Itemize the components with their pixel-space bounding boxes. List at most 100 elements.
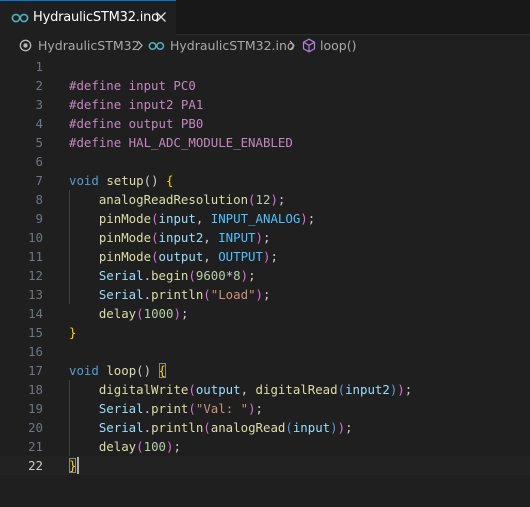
code-token: #define input PC0 xyxy=(69,78,196,93)
code-token: input2 xyxy=(158,230,204,245)
line-number: 10 xyxy=(28,230,43,245)
code-line[interactable]: 8 analogReadResolution(12); xyxy=(0,190,530,209)
code-line[interactable]: 22} xyxy=(0,456,530,475)
breadcrumb-file[interactable]: HydraulicSTM32.ino xyxy=(170,38,295,53)
code-token: digitalWrite xyxy=(98,382,189,397)
code-line[interactable]: 10 pinMode(input2, INPUT); xyxy=(0,228,530,247)
code-token: ; xyxy=(307,211,316,226)
code-token: ( xyxy=(151,230,159,245)
code-line[interactable]: 17 void loop() { xyxy=(0,361,530,380)
code-line[interactable]: 5 #define HAL_ADC_MODULE_ENABLED xyxy=(0,133,530,152)
code-text: pinMode(output, OUTPUT); xyxy=(69,247,278,266)
code-token: loop xyxy=(106,363,137,378)
code-token: 1000 xyxy=(143,306,174,321)
tab-bar: HydraulicSTM32.ino xyxy=(0,0,530,35)
code-text: #define output PB0 xyxy=(69,114,203,133)
chevron-right-icon xyxy=(289,40,295,51)
code-line[interactable]: 20 Serial.println(analogRead(input)); xyxy=(0,418,530,437)
code-line[interactable]: 4 #define output PB0 xyxy=(0,114,530,133)
code-token: 100 xyxy=(143,439,167,454)
code-token: begin xyxy=(151,268,189,283)
code-token: INPUT_ANALOG xyxy=(210,211,301,226)
code-token: OUTPUT xyxy=(218,249,263,264)
code-token: ( xyxy=(248,192,256,207)
code-line[interactable]: 13 Serial.println("Load"); xyxy=(0,285,530,304)
code-token: Serial xyxy=(98,420,144,435)
code-token: ; xyxy=(248,268,256,283)
code-line[interactable]: 16 xyxy=(0,342,530,361)
code-text: } xyxy=(69,323,76,342)
line-number: 6 xyxy=(35,154,43,169)
code-token: analogReadResolution xyxy=(98,192,249,207)
code-token: ) xyxy=(240,268,249,283)
code-token: ; xyxy=(180,306,189,321)
breadcrumb-folder[interactable]: HydraulicSTM32 xyxy=(38,38,140,53)
code-line[interactable]: 12 Serial.begin(9600*8); xyxy=(0,266,530,285)
code-token: print xyxy=(151,401,189,416)
code-token: { xyxy=(166,173,174,188)
code-token: ( xyxy=(203,420,211,435)
folder-root-icon xyxy=(19,39,32,52)
code-token: "Load" xyxy=(210,287,256,302)
code-line[interactable]: 21 delay(100); xyxy=(0,437,530,456)
arduino-file-icon xyxy=(11,13,29,23)
line-number: 20 xyxy=(28,420,43,435)
code-token: 8 xyxy=(233,268,241,283)
code-line[interactable]: 2 #define input PC0 xyxy=(0,76,530,95)
code-line[interactable]: 6 xyxy=(0,152,530,171)
line-number: 5 xyxy=(35,135,43,150)
code-editor[interactable]: 1 2 #define input PC0 3 #define input2 PA1 4 #… xyxy=(0,57,530,507)
line-number: 1 xyxy=(35,59,43,74)
code-token: ( xyxy=(136,439,144,454)
line-number: 16 xyxy=(28,344,43,359)
line-number: 21 xyxy=(28,439,43,454)
code-token: pinMode xyxy=(98,211,152,226)
code-token: ( xyxy=(151,249,159,264)
code-token: , xyxy=(240,382,256,397)
code-line[interactable]: 11 pinMode(output, OUTPUT); xyxy=(0,247,530,266)
code-line[interactable]: 15} xyxy=(0,323,530,342)
code-token: Serial xyxy=(98,268,144,283)
code-line[interactable]: 14 delay(1000); xyxy=(0,304,530,323)
method-cube-icon xyxy=(302,38,316,53)
code-line[interactable]: 18 digitalWrite(output, digitalRead(inpu… xyxy=(0,380,530,399)
code-line[interactable]: 1 xyxy=(0,57,530,76)
code-token: ( xyxy=(136,306,144,321)
code-token: ( xyxy=(188,382,196,397)
code-token: println xyxy=(151,287,204,302)
code-text: pinMode(input, INPUT_ANALOG); xyxy=(69,209,315,228)
code-token: . xyxy=(143,287,152,302)
code-token: void xyxy=(69,173,107,188)
code-line[interactable]: 3 #define input2 PA1 xyxy=(0,95,530,114)
code-token: output xyxy=(195,382,241,397)
close-icon[interactable] xyxy=(155,11,167,23)
code-token: input xyxy=(158,211,196,226)
code-token: delay xyxy=(98,439,137,454)
tab-label: HydraulicSTM32.ino xyxy=(33,10,159,25)
line-number: 8 xyxy=(35,192,43,207)
code-token: , xyxy=(195,211,211,226)
code-text: Serial.println(analogRead(input)); xyxy=(69,418,353,437)
code-line[interactable]: 7 void setup() { xyxy=(0,171,530,190)
code-token: ) xyxy=(337,420,346,435)
code-text: delay(1000); xyxy=(69,304,189,323)
code-text: analogReadResolution(12); xyxy=(69,190,286,209)
editor-tab[interactable]: HydraulicSTM32.ino xyxy=(0,0,176,35)
code-token: . xyxy=(143,420,152,435)
code-line[interactable]: 9 pinMode(input, INPUT_ANALOG); xyxy=(0,209,530,228)
line-number: 3 xyxy=(35,97,43,112)
code-token: } xyxy=(69,325,77,340)
line-number: 15 xyxy=(28,325,43,340)
breadcrumb-symbol[interactable]: loop() xyxy=(320,38,356,53)
code-line[interactable]: 19 Serial.print("Val: "); xyxy=(0,399,530,418)
code-text: Serial.begin(9600*8); xyxy=(69,266,256,285)
code-token: } xyxy=(69,458,77,473)
arduino-file-icon xyxy=(148,41,165,51)
